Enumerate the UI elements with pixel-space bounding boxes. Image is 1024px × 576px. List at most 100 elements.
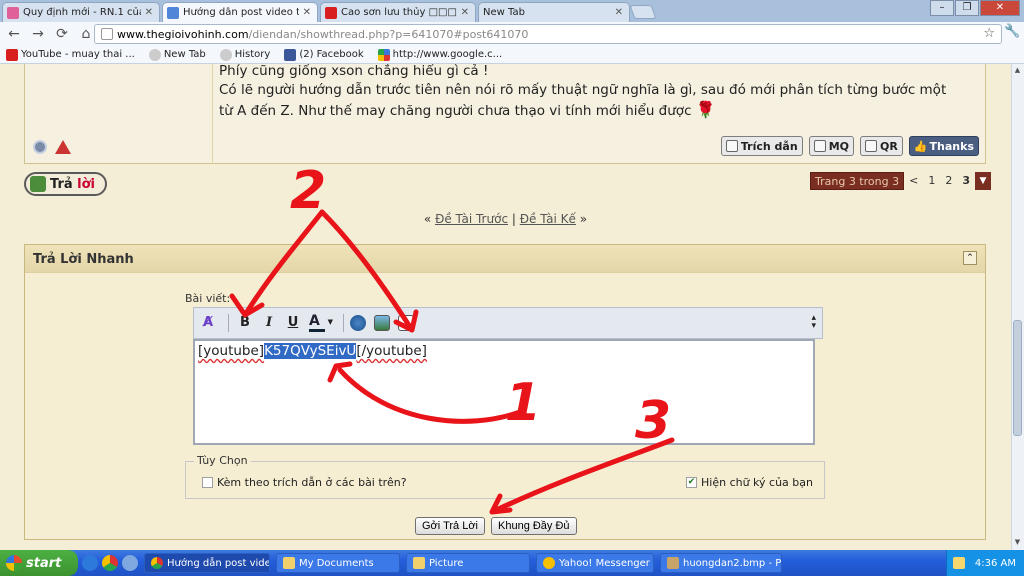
insert-image-icon[interactable] [374, 315, 390, 331]
smiley-icon [543, 557, 555, 569]
wrench-icon[interactable]: 🔧 [1004, 24, 1020, 39]
windows-logo-icon [6, 555, 22, 571]
options-fieldset: Tùy Chọn Kèm theo trích dẫn ở các bài tr… [185, 454, 825, 499]
quote-button[interactable]: Trích dẫn [720, 136, 803, 156]
message-label: Bài viết: [185, 292, 231, 305]
address-bar[interactable]: www.thegioivohinh.com /diendan/showthrea… [94, 24, 1002, 44]
page-prev[interactable]: < [904, 172, 923, 190]
scroll-down-icon[interactable]: ▼ [1013, 538, 1022, 548]
close-icon[interactable]: ✕ [303, 7, 311, 18]
quote-checkbox[interactable] [202, 477, 213, 488]
tab-title: Hướng dẫn post video từ site l [183, 7, 299, 18]
bold-button[interactable]: B [235, 313, 255, 333]
bookmark-label: http://www.google.c... [392, 49, 503, 60]
bookmark-facebook[interactable]: (2) Facebook [284, 48, 364, 61]
page-icon [148, 48, 161, 61]
task-label: Picture [429, 557, 464, 569]
underline-button[interactable]: U [283, 313, 303, 333]
scroll-up-icon[interactable]: ▲ [1013, 66, 1022, 76]
thanks-label: Thanks [929, 139, 974, 153]
window-controls: – ❐ ✕ [929, 0, 1020, 16]
thanks-button[interactable]: 👍 Thanks [908, 136, 979, 156]
tab-huong-dan[interactable]: Hướng dẫn post video từ site l ✕ [162, 2, 318, 22]
windows-taskbar: start Hướng dẫn post video... My Documen… [0, 550, 1024, 576]
folder-icon [283, 557, 295, 569]
tray-icon[interactable] [953, 557, 965, 569]
post-line: Có lẽ người hướng dẫn trước tiên nên nói… [219, 82, 947, 98]
reload-icon[interactable]: ⟳ [52, 24, 72, 44]
message-textarea[interactable]: [youtube]K57QVySEivU[/youtube] [193, 339, 815, 445]
tab-cao-son[interactable]: Cao sơn lưu thủy □□□□ - B ✕ [320, 2, 476, 22]
scroll-thumb[interactable] [1013, 320, 1022, 436]
forward-icon[interactable]: → [28, 24, 48, 44]
signature-option[interactable]: ✔ Hiện chữ ký của bạn [686, 476, 813, 489]
new-tab-button[interactable] [629, 5, 657, 19]
multi-quote-icon [813, 140, 826, 152]
signature-checkbox[interactable]: ✔ [686, 477, 697, 488]
start-label: start [26, 555, 62, 571]
youtube-icon [325, 6, 337, 19]
task-paint[interactable]: huongdan2.bmp - Paint [660, 553, 782, 573]
task-yahoo-messenger[interactable]: Yahoo! Messenger [536, 553, 654, 573]
submit-reply-button[interactable]: Gởi Trả Lời [415, 517, 485, 535]
next-thread-link[interactable]: Đề Tài Kế [520, 212, 576, 226]
task-my-documents[interactable]: My Documents [276, 553, 400, 573]
quick-reply-button[interactable]: QR [860, 136, 903, 156]
tab-quy-dinh[interactable]: Quy định mới - RN.1 của diễn c ✕ [2, 2, 160, 22]
remove-format-icon[interactable]: A̸ [198, 313, 218, 333]
post-line: từ A đến Z. Như thế may chăng người chưa… [219, 103, 692, 119]
bookmark-label: YouTube - muay thai ... [21, 49, 135, 60]
quick-reply-title: Trả Lời Nhanh [33, 252, 134, 267]
bookmark-google[interactable]: http://www.google.c... [377, 48, 503, 61]
start-button[interactable]: start [0, 550, 78, 576]
insert-link-icon[interactable] [350, 315, 366, 331]
chevron-down-icon[interactable]: ▼ [974, 172, 991, 190]
reply-button[interactable]: Trả lời [24, 172, 107, 196]
back-icon[interactable]: ← [4, 24, 24, 44]
font-color-button[interactable]: A ▼ [307, 313, 333, 333]
close-icon[interactable]: ✕ [461, 7, 469, 18]
page-2[interactable]: 2 [940, 172, 957, 190]
bookmark-history[interactable]: History [219, 48, 270, 61]
maximize-button[interactable]: ❐ [955, 0, 979, 16]
bookmark-youtube[interactable]: YouTube - muay thai ... [6, 48, 135, 61]
page-scrollbar[interactable] [1011, 64, 1024, 550]
nav-right-quote: » [579, 212, 588, 226]
clock: 4:36 AM [974, 557, 1016, 569]
tab-title: Cao sơn lưu thủy □□□□ - B [341, 7, 457, 18]
collapse-icon[interactable]: ⌃ [963, 251, 977, 265]
open-tag: [youtube] [198, 343, 265, 359]
insert-quote-icon[interactable] [398, 315, 414, 331]
chrome-icon-2[interactable] [122, 555, 138, 571]
italic-button[interactable]: I [259, 313, 279, 333]
post-status-icons [33, 140, 71, 154]
multi-quote-button[interactable]: MQ [808, 136, 855, 156]
close-icon[interactable]: ✕ [615, 7, 623, 18]
tab-new-tab[interactable]: New Tab ✕ [478, 2, 630, 22]
task-label: Yahoo! Messenger [559, 557, 650, 569]
site-icon [167, 6, 179, 19]
quote-option[interactable]: Kèm theo trích dẫn ở các bài trên? [202, 476, 407, 489]
post-body: Phíy cũng giống xson chẳng hiểu gì cả ! … [219, 64, 979, 121]
youtube-icon [6, 48, 18, 61]
report-icon[interactable] [55, 140, 71, 154]
url-host: www.thegioivohinh.com [117, 27, 249, 41]
editor-resize-icon[interactable]: ▴ ▾ [811, 314, 816, 331]
close-window-button[interactable]: ✕ [980, 0, 1020, 16]
star-icon[interactable]: ☆ [983, 26, 995, 41]
page-1[interactable]: 1 [923, 172, 940, 190]
previous-thread-link[interactable]: Đề Tài Trước [435, 212, 508, 226]
bookmark-label: (2) Facebook [299, 49, 364, 60]
task-picture[interactable]: Picture [406, 553, 530, 573]
reply-label-prefix: Trả [50, 176, 73, 192]
ie-icon[interactable] [82, 555, 98, 571]
bookmark-new-tab[interactable]: New Tab [148, 48, 206, 61]
advanced-editor-button[interactable]: Khung Đầy Đủ [491, 517, 577, 535]
quote-icon [725, 140, 738, 152]
home-icon[interactable]: ⌂ [76, 24, 96, 44]
toolbar-separator [228, 314, 229, 332]
task-chrome[interactable]: Hướng dẫn post video... [144, 553, 270, 573]
close-icon[interactable]: ✕ [145, 7, 153, 18]
chrome-icon[interactable] [102, 555, 118, 571]
minimize-button[interactable]: – [930, 0, 954, 16]
